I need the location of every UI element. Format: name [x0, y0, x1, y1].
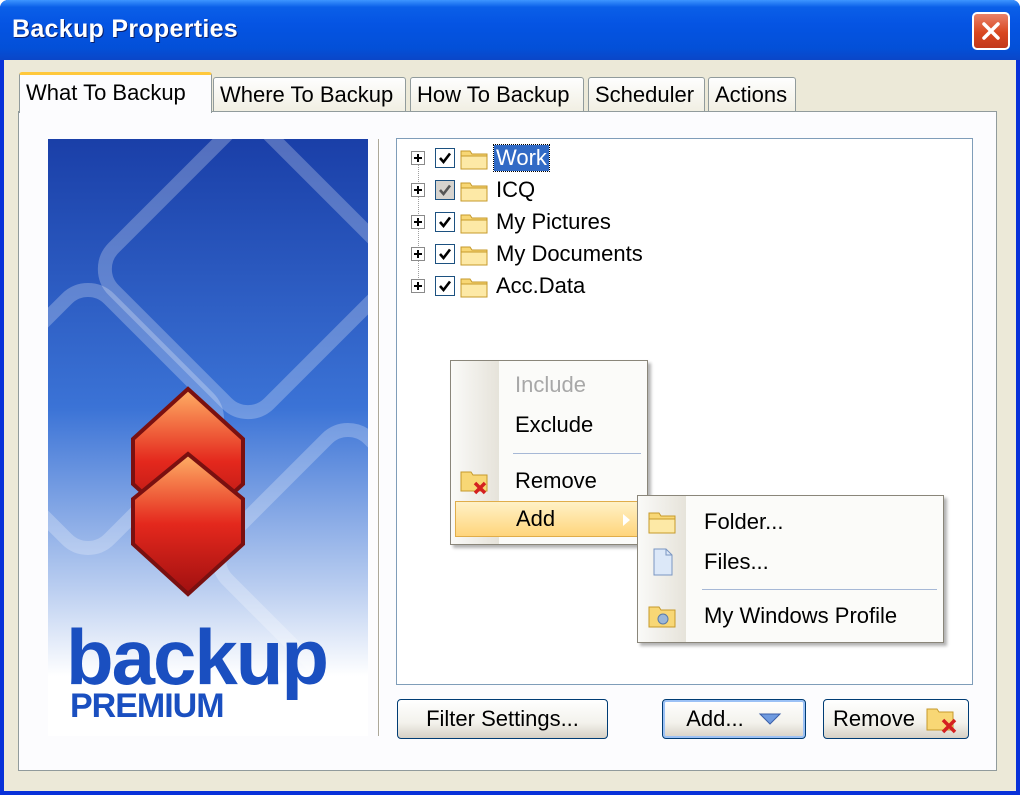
- button-label: Remove: [833, 706, 915, 731]
- expand-icon[interactable]: [411, 151, 425, 165]
- folder-icon: [460, 278, 488, 298]
- menu-item-files[interactable]: Files...: [640, 544, 941, 580]
- menu-item-my-windows-profile[interactable]: My Windows Profile: [640, 598, 941, 634]
- folder-icon: [460, 246, 488, 266]
- tab-label: How To Backup: [417, 82, 570, 107]
- tree-item-acc-data[interactable]: Acc.Data: [411, 271, 587, 301]
- tree-item-label: My Pictures: [496, 209, 611, 234]
- tab-label: Where To Backup: [220, 82, 394, 107]
- profile-folder-icon: [648, 606, 676, 628]
- add-submenu: Folder... Files... My Windows Profile: [637, 495, 944, 643]
- tree-item-label: Work: [493, 144, 550, 172]
- close-button[interactable]: [972, 12, 1010, 50]
- dropdown-arrow-icon: [758, 713, 781, 725]
- menu-item-label: Include: [515, 372, 586, 397]
- tree-item-label: Acc.Data: [496, 273, 586, 298]
- title-bar[interactable]: Backup Properties: [0, 0, 1020, 60]
- vertical-divider: [378, 139, 380, 736]
- checkmark-icon: [439, 280, 452, 293]
- expand-icon[interactable]: [411, 247, 425, 261]
- banner-graphic: backup PREMIUM: [48, 139, 368, 736]
- file-icon: [653, 548, 673, 576]
- menu-item-exclude[interactable]: Exclude: [453, 407, 645, 443]
- button-label: Filter Settings...: [426, 706, 579, 731]
- menu-item-label: Folder...: [704, 509, 784, 534]
- menu-item-label: Add: [516, 506, 556, 531]
- menu-item-include[interactable]: Include: [453, 367, 645, 403]
- button-label: Add...: [686, 706, 744, 731]
- folder-icon: [460, 150, 488, 170]
- menu-item-label: Remove: [515, 468, 597, 493]
- checkmark-icon: [439, 248, 452, 261]
- menu-separator: [702, 589, 937, 590]
- checkbox[interactable]: [435, 180, 455, 200]
- filter-settings-button[interactable]: Filter Settings...: [397, 699, 608, 739]
- tree-item-my-documents[interactable]: My Documents: [411, 239, 645, 269]
- logo-text-premium: PREMIUM: [70, 687, 224, 725]
- remove-button[interactable]: Remove: [823, 699, 969, 739]
- tab-scheduler[interactable]: Scheduler: [588, 77, 705, 111]
- tree-item-label: ICQ: [496, 177, 536, 202]
- submenu-arrow-icon: [623, 514, 630, 526]
- menu-separator: [513, 453, 641, 454]
- expand-icon[interactable]: [411, 279, 425, 293]
- menu-item-label: Files...: [704, 549, 769, 574]
- menu-item-add[interactable]: Add: [455, 501, 643, 537]
- tab-actions[interactable]: Actions: [708, 77, 796, 111]
- checkmark-icon: [439, 216, 452, 229]
- tab-how-to-backup[interactable]: How To Backup: [410, 77, 584, 111]
- folder-icon: [648, 512, 676, 534]
- tree-item-work[interactable]: Work: [411, 143, 550, 173]
- add-button[interactable]: Add...: [662, 699, 806, 739]
- tab-label: Scheduler: [595, 82, 695, 107]
- folder-icon: [460, 214, 488, 234]
- close-icon: [982, 22, 1000, 40]
- expand-icon[interactable]: [411, 215, 425, 229]
- remove-folder-icon: [926, 708, 957, 734]
- menu-item-remove[interactable]: Remove: [453, 463, 645, 499]
- checkbox[interactable]: [435, 276, 455, 296]
- tab-label: Actions: [715, 82, 788, 107]
- remove-folder-icon: [460, 471, 488, 495]
- tree-item-my-pictures[interactable]: My Pictures: [411, 207, 613, 237]
- tree-item-label: My Documents: [496, 241, 643, 266]
- checkbox[interactable]: [435, 244, 455, 264]
- menu-item-folder[interactable]: Folder...: [640, 504, 941, 540]
- folder-icon: [460, 182, 488, 202]
- tab-what-to-backup[interactable]: What To Backup: [19, 72, 212, 113]
- window-title: Backup Properties: [12, 15, 239, 43]
- context-menu: Include Exclude Remove Add: [450, 360, 648, 545]
- checkmark-icon: [439, 184, 452, 197]
- checkbox[interactable]: [435, 148, 455, 168]
- menu-item-label: My Windows Profile: [704, 603, 898, 628]
- tab-label: What To Backup: [26, 80, 186, 105]
- tree-item-icq[interactable]: ICQ: [411, 175, 537, 205]
- menu-item-label: Exclude: [515, 412, 594, 437]
- product-banner: backup PREMIUM: [48, 139, 368, 736]
- checkbox[interactable]: [435, 212, 455, 232]
- expand-icon[interactable]: [411, 183, 425, 197]
- tab-where-to-backup[interactable]: Where To Backup: [213, 77, 406, 111]
- checkmark-icon: [439, 152, 452, 165]
